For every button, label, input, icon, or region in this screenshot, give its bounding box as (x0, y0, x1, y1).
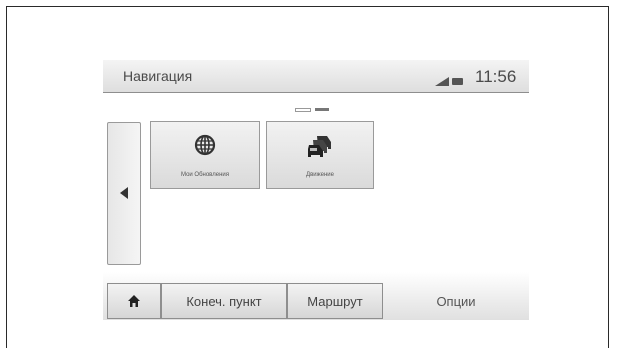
page-dot-1 (295, 107, 311, 112)
page-title: Навигация (123, 68, 193, 84)
page-dot-2 (315, 108, 329, 112)
traffic-tile[interactable]: Движение (266, 121, 374, 189)
home-button[interactable] (107, 283, 161, 319)
tile-label: Движение (306, 172, 334, 178)
header-bar: Навигация 11:56 (103, 60, 529, 93)
page-indicator (295, 101, 333, 119)
left-arrow-icon (120, 187, 128, 199)
bottom-bar: Конеч. пункт Маршрут Опции (103, 272, 529, 320)
back-button[interactable] (107, 122, 141, 265)
destination-tab[interactable]: Конеч. пункт (161, 283, 287, 319)
navigation-screen: Навигация 11:56 Мои Обновления Движение … (103, 60, 529, 320)
my-updates-tile[interactable]: Мои Обновления (150, 121, 260, 189)
globe-icon (194, 134, 216, 156)
battery-icon (452, 78, 463, 85)
tile-label: Мои Обновления (181, 172, 229, 178)
signal-icon (435, 77, 449, 86)
home-icon (128, 295, 140, 307)
clock: 11:56 (475, 67, 517, 86)
traffic-cars-icon (308, 136, 331, 157)
options-button[interactable]: Опции (383, 283, 529, 319)
route-tab[interactable]: Маршрут (287, 283, 383, 319)
